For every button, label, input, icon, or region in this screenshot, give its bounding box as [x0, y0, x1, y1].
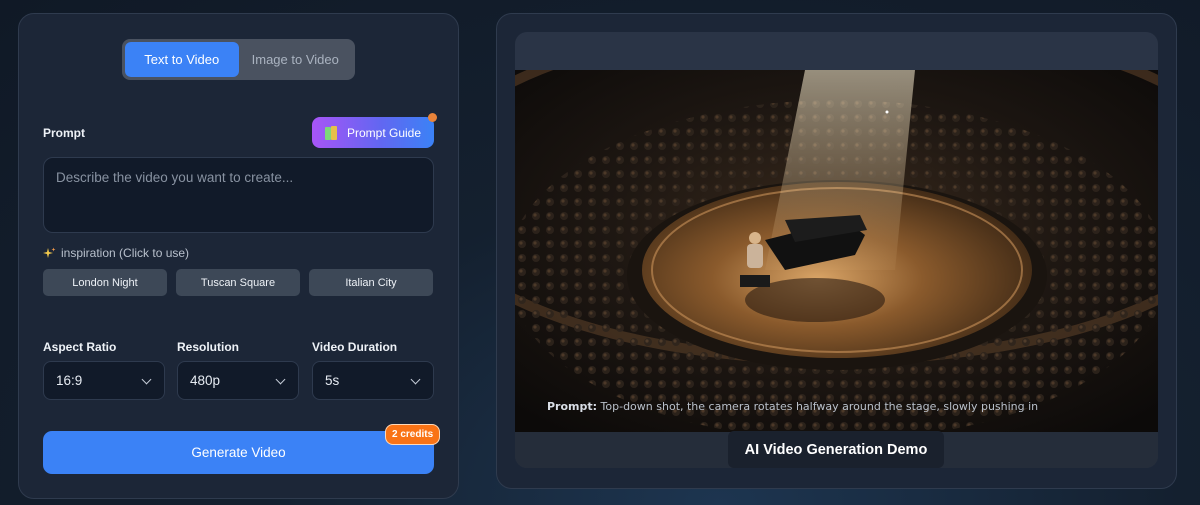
aspect-ratio-label: Aspect Ratio — [43, 340, 117, 354]
resolution-label: Resolution — [177, 340, 239, 354]
inspiration-chip-london-night[interactable]: London Night — [43, 269, 167, 296]
mode-toggle: Text to Video Image to Video — [122, 39, 355, 80]
video-duration-value: 5s — [325, 373, 340, 388]
generate-video-button[interactable]: Generate Video — [43, 431, 434, 474]
prompt-guide-label: Prompt Guide — [346, 125, 422, 140]
inspiration-chip-tuscan-square[interactable]: Tuscan Square — [176, 269, 300, 296]
demo-panel: Prompt: Top-down shot, the camera rotate… — [496, 13, 1177, 489]
inspiration-label: inspiration (Click to use) — [43, 246, 189, 260]
book-icon — [324, 125, 339, 140]
inspiration-text: inspiration (Click to use) — [61, 246, 190, 260]
chevron-down-icon — [142, 376, 152, 386]
tab-text-to-video[interactable]: Text to Video — [125, 42, 239, 77]
prompt-input[interactable] — [44, 158, 433, 232]
prompt-label: Prompt — [43, 126, 85, 140]
caption-text: Top-down shot, the camera rotates halfwa… — [600, 400, 1039, 413]
chevron-down-icon — [276, 376, 286, 386]
video-duration-select[interactable]: 5s — [312, 361, 434, 400]
demo-video-player[interactable]: Prompt: Top-down shot, the camera rotate… — [515, 32, 1158, 468]
caption-label: Prompt: — [547, 400, 598, 413]
prompt-input-box — [43, 157, 434, 233]
resolution-value: 480p — [190, 373, 221, 388]
tab-image-to-video[interactable]: Image to Video — [239, 42, 353, 77]
credits-badge: 2 credits — [385, 424, 441, 445]
inspiration-chip-italian-city[interactable]: Italian City — [309, 269, 433, 296]
notification-dot — [428, 113, 437, 122]
prompt-guide-button[interactable]: Prompt Guide — [312, 113, 437, 148]
chevron-down-icon — [411, 376, 421, 386]
demo-caption: Prompt: Top-down shot, the camera rotate… — [547, 400, 1038, 413]
resolution-select[interactable]: 480p — [177, 361, 299, 400]
demo-video-frame — [515, 70, 1158, 432]
sparkle-icon — [43, 247, 56, 258]
video-duration-label: Video Duration — [312, 340, 398, 354]
aspect-ratio-select[interactable]: 16:9 — [43, 361, 165, 400]
demo-title: AI Video Generation Demo — [728, 431, 944, 468]
generator-panel: Text to Video Image to Video Prompt Prom… — [18, 13, 459, 499]
aspect-ratio-value: 16:9 — [56, 373, 83, 388]
